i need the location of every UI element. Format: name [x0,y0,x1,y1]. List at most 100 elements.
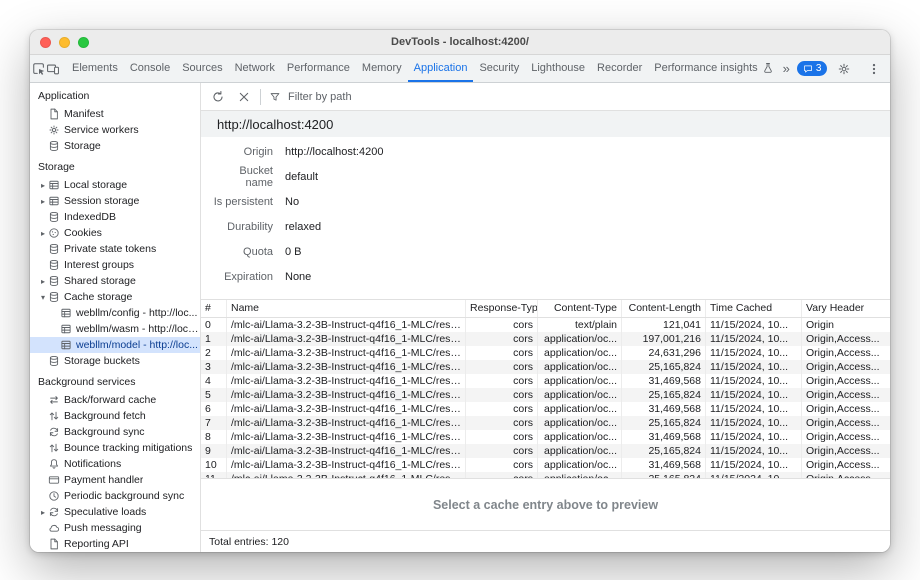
bounce-icon [48,442,60,454]
cell-content_type: application/oc... [538,388,622,402]
tab-performance-insights[interactable]: Performance insights [648,55,779,82]
sidebar-item-webllm-model-http-loc[interactable]: webllm/model - http://loc... [30,337,200,353]
sidebar-item-cookies[interactable]: ▸Cookies [30,225,200,241]
cell-vary: Origin,Access... [802,388,890,402]
table-row[interactable]: 2/mlc-ai/Llama-3.2-3B-Instruct-q4f16_1-M… [201,346,890,360]
tab-security[interactable]: Security [473,55,525,82]
minimize-window-button[interactable] [59,37,70,48]
column-header-content-type[interactable]: Content-Type [538,300,622,317]
table-row[interactable]: 3/mlc-ai/Llama-3.2-3B-Instruct-q4f16_1-M… [201,360,890,374]
application-sidebar: ApplicationManifestService workersStorag… [30,83,201,552]
table-row[interactable]: 9/mlc-ai/Llama-3.2-3B-Instruct-q4f16_1-M… [201,444,890,458]
cell-content_length: 31,469,568 [622,374,706,388]
table-row[interactable]: 6/mlc-ai/Llama-3.2-3B-Instruct-q4f16_1-M… [201,402,890,416]
table-row[interactable]: 1/mlc-ai/Llama-3.2-3B-Instruct-q4f16_1-M… [201,332,890,346]
chevron-right-icon[interactable]: ▸ [38,181,48,190]
device-toolbar-button[interactable] [46,56,60,82]
sync-icon [48,426,60,438]
tab-network[interactable]: Network [229,55,281,82]
messages-button[interactable]: 3 [797,61,828,76]
cell-response_type: cors [466,318,538,332]
sidebar-item-storage[interactable]: Storage [30,138,200,154]
close-window-button[interactable] [40,37,51,48]
tab-label: Sources [182,62,222,74]
cell-index: 0 [201,318,227,332]
tab-console[interactable]: Console [124,55,176,82]
sidebar-item-webllm-wasm-http-loca[interactable]: webllm/wasm - http://loca... [30,321,200,337]
table-row[interactable]: 5/mlc-ai/Llama-3.2-3B-Instruct-q4f16_1-M… [201,388,890,402]
cell-time_cached: 11/15/2024, 10... [706,444,802,458]
tab-recorder[interactable]: Recorder [591,55,648,82]
column-header-name[interactable]: Name [227,300,466,317]
filter-by-path-input[interactable] [286,90,450,104]
traffic-lights [40,30,89,54]
sidebar-item-manifest[interactable]: Manifest [30,106,200,122]
sidebar-item-payment-handler[interactable]: Payment handler [30,472,200,488]
tab-application[interactable]: Application [408,55,474,82]
sidebar-item-storage-buckets[interactable]: Storage buckets [30,353,200,369]
window-titlebar[interactable]: DevTools - localhost:4200/ [30,30,890,55]
meta-value: None [285,271,311,283]
sidebar-item-bounce-tracking-mitigations[interactable]: Bounce tracking mitigations [30,440,200,456]
cell-time_cached: 11/15/2024, 10... [706,388,802,402]
chevron-down-icon[interactable]: ▾ [38,293,48,302]
refresh-button[interactable] [205,84,231,110]
column-header-num[interactable]: # [201,300,227,317]
inspect-element-button[interactable] [32,56,46,82]
table-row[interactable]: 0/mlc-ai/Llama-3.2-3B-Instruct-q4f16_1-M… [201,318,890,332]
sidebar-item-indexeddb[interactable]: IndexedDB [30,209,200,225]
table-row[interactable]: 8/mlc-ai/Llama-3.2-3B-Instruct-q4f16_1-M… [201,430,890,444]
sidebar-item-background-fetch[interactable]: Background fetch [30,408,200,424]
table-icon [60,323,72,335]
zoom-window-button[interactable] [78,37,89,48]
tab-performance[interactable]: Performance [281,55,356,82]
more-tabs-button[interactable]: » [780,61,793,76]
sidebar-item-session-storage[interactable]: ▸Session storage [30,193,200,209]
sidebar-item-periodic-background-sync[interactable]: Periodic background sync [30,488,200,504]
column-header-content-length[interactable]: Content-Length [622,300,706,317]
chevron-right-icon[interactable]: ▸ [38,229,48,238]
meta-value: http://localhost:4200 [285,146,383,158]
cookie-icon [48,227,60,239]
column-header-response-type[interactable]: Response-Type [466,300,538,317]
sidebar-item-service-workers[interactable]: Service workers [30,122,200,138]
table-row[interactable]: 7/mlc-ai/Llama-3.2-3B-Instruct-q4f16_1-M… [201,416,890,430]
main-menu-button[interactable] [861,56,887,82]
chevron-right-icon[interactable]: ▸ [38,197,48,206]
column-header-vary-header[interactable]: Vary Header [802,300,890,317]
sidebar-item-push-messaging[interactable]: Push messaging [30,520,200,536]
cell-content_length: 24,631,296 [622,346,706,360]
sidebar-item-shared-storage[interactable]: ▸Shared storage [30,273,200,289]
delete-selected-button[interactable] [231,84,257,110]
sidebar-item-cache-storage[interactable]: ▾Cache storage [30,289,200,305]
chevron-right-icon[interactable]: ▸ [38,277,48,286]
meta-row: Is persistentNo [201,189,890,214]
sidebar-item-background-sync[interactable]: Background sync [30,424,200,440]
tab-lighthouse[interactable]: Lighthouse [525,55,591,82]
sidebar-item-back-forward-cache[interactable]: Back/forward cache [30,392,200,408]
chevron-right-icon[interactable]: ▸ [38,508,48,517]
tab-elements[interactable]: Elements [66,55,124,82]
sidebar-item-private-state-tokens[interactable]: Private state tokens [30,241,200,257]
settings-button[interactable] [831,56,857,82]
sidebar-item-speculative-loads[interactable]: ▸Speculative loads [30,504,200,520]
tab-sources[interactable]: Sources [176,55,228,82]
tab-memory[interactable]: Memory [356,55,408,82]
sidebar-item-interest-groups[interactable]: Interest groups [30,257,200,273]
table-row[interactable]: 10/mlc-ai/Llama-3.2-3B-Instruct-q4f16_1-… [201,458,890,472]
cell-vary: Origin,Access... [802,346,890,360]
sidebar-item-local-storage[interactable]: ▸Local storage [30,177,200,193]
sidebar-item-webllm-config-http-loc[interactable]: webllm/config - http://loc... [30,305,200,321]
sidebar-section-title: Storage [30,154,200,177]
sidebar-item-notifications[interactable]: Notifications [30,456,200,472]
sidebar-item-reporting-api[interactable]: Reporting API [30,536,200,552]
column-header-time-cached[interactable]: Time Cached [706,300,802,317]
cell-name: /mlc-ai/Llama-3.2-3B-Instruct-q4f16_1-ML… [227,444,466,458]
sidebar-item-label: Bounce tracking mitigations [64,442,192,454]
sidebar-item-label: Payment handler [64,474,143,486]
cache-toolbar [201,83,890,111]
divider [260,89,261,105]
cell-content_length: 25,165,824 [622,444,706,458]
table-row[interactable]: 4/mlc-ai/Llama-3.2-3B-Instruct-q4f16_1-M… [201,374,890,388]
preview-area: Select a cache entry above to preview [201,478,890,530]
